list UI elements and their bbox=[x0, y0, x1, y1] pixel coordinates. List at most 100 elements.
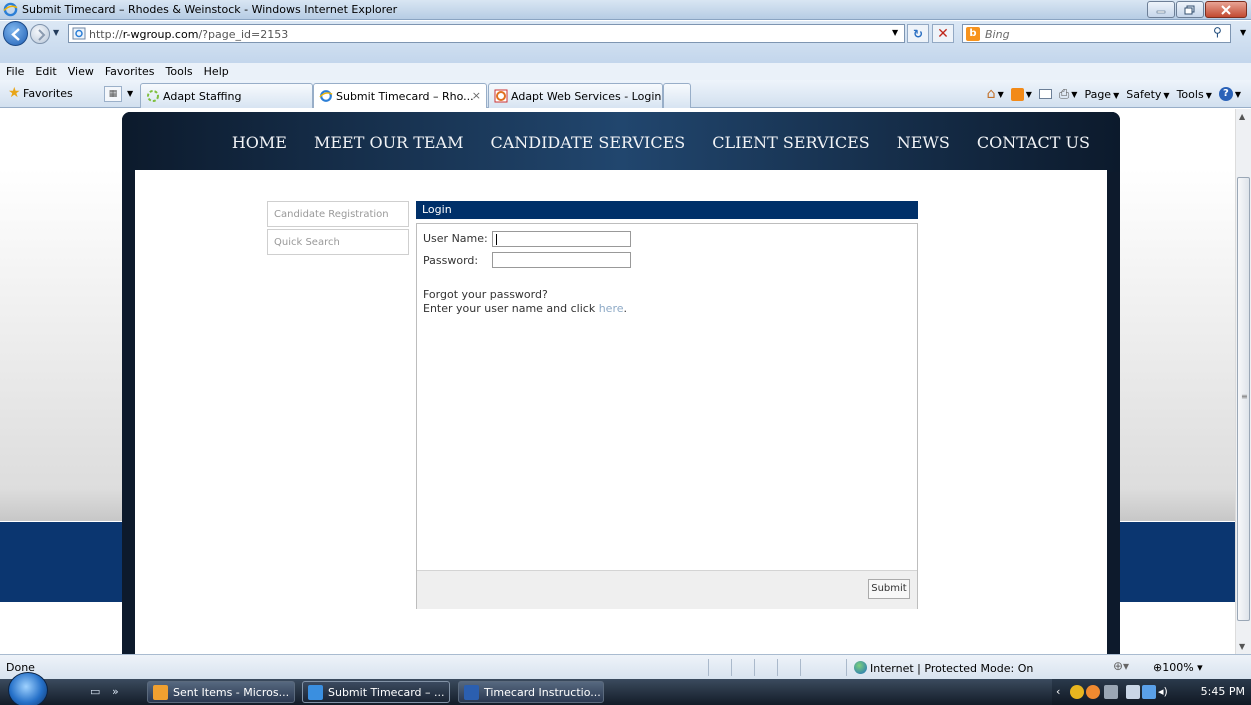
nav-client-services[interactable]: CLIENT SERVICES bbox=[712, 133, 870, 152]
username-input[interactable] bbox=[492, 231, 631, 247]
address-input[interactable]: http://r-wgroup.com/?page_id=2153 bbox=[68, 24, 905, 43]
scroll-up-arrow-icon[interactable]: ▲ bbox=[1239, 112, 1245, 121]
menu-view[interactable]: View bbox=[62, 63, 99, 80]
menu-file[interactable]: File bbox=[0, 63, 29, 80]
status-divider bbox=[731, 659, 732, 676]
security-zone[interactable]: Internet | Protected Mode: On bbox=[854, 661, 1033, 675]
forward-button[interactable] bbox=[30, 24, 50, 44]
page-icon bbox=[72, 27, 86, 40]
device-icon[interactable] bbox=[1126, 685, 1140, 699]
password-label: Password: bbox=[423, 254, 479, 267]
protected-mode-icon[interactable]: ⊕▾ bbox=[1113, 659, 1129, 673]
tab-submit-timecard[interactable]: Submit Timecard – Rho... × bbox=[313, 83, 487, 108]
ie-icon bbox=[308, 685, 323, 700]
page-menu[interactable]: Page ▼ bbox=[1084, 88, 1119, 101]
address-dropdown-icon[interactable]: ▼ bbox=[892, 28, 898, 37]
network-icon[interactable] bbox=[1142, 685, 1156, 699]
task-timecard-instructions[interactable]: Timecard Instructio... bbox=[458, 681, 604, 703]
outlook-tray-icon[interactable] bbox=[1086, 685, 1100, 699]
nav-contact-us[interactable]: CONTACT US bbox=[977, 133, 1090, 152]
rss-feeds-icon[interactable] bbox=[1010, 87, 1024, 101]
print-dropdown-icon[interactable]: ▼ bbox=[1071, 90, 1077, 99]
clock[interactable]: 5:45 PM bbox=[1201, 685, 1245, 698]
tab-label: Adapt Staffing bbox=[163, 90, 242, 103]
ie-logo-icon bbox=[3, 2, 18, 17]
password-input[interactable] bbox=[492, 252, 631, 268]
nav-meet-our-team[interactable]: MEET OUR TEAM bbox=[314, 133, 464, 152]
help-dropdown-icon[interactable]: ▼ bbox=[1235, 90, 1241, 99]
task-submit-timecard[interactable]: Submit Timecard – ... bbox=[302, 681, 450, 703]
safety-menu[interactable]: Safety ▼ bbox=[1126, 88, 1169, 101]
quick-search-button[interactable]: Quick Search bbox=[267, 229, 409, 255]
forgot-password-link[interactable]: here bbox=[599, 302, 624, 315]
scrollbar-thumb[interactable]: ≡ bbox=[1237, 177, 1250, 621]
adapt-logo-icon bbox=[494, 89, 508, 103]
show-desktop-icon[interactable]: ▭ bbox=[90, 685, 100, 698]
minimize-button[interactable] bbox=[1147, 1, 1175, 18]
vertical-scrollbar[interactable]: ▲ ≡ ▼ bbox=[1235, 109, 1251, 654]
refresh-icon: ↻ bbox=[912, 26, 924, 41]
tab-adapt-staffing[interactable]: Adapt Staffing bbox=[140, 83, 313, 108]
nav-candidate-services[interactable]: CANDIDATE SERVICES bbox=[490, 133, 685, 152]
nav-home[interactable]: HOME bbox=[232, 133, 287, 152]
tab-label: Submit Timecard – Rho... bbox=[336, 90, 474, 103]
feeds-dropdown-icon[interactable]: ▼ bbox=[1026, 90, 1032, 99]
quick-tabs-icon[interactable]: ▦ bbox=[104, 86, 122, 102]
task-sent-items[interactable]: Sent Items - Micros... bbox=[147, 681, 295, 703]
status-divider bbox=[846, 659, 847, 676]
candidate-registration-button[interactable]: Candidate Registration bbox=[267, 201, 409, 227]
help-icon[interactable]: ? bbox=[1218, 87, 1233, 101]
messenger-icon[interactable] bbox=[1070, 685, 1084, 699]
menu-help[interactable]: Help bbox=[198, 63, 234, 80]
new-tab-button[interactable] bbox=[663, 83, 691, 108]
menu-edit[interactable]: Edit bbox=[29, 63, 61, 80]
minimize-icon bbox=[1156, 10, 1166, 13]
loading-icon bbox=[147, 90, 159, 102]
tab-list-dropdown-icon[interactable]: ▼ bbox=[127, 89, 133, 98]
login-panel: User Name: Password: Forgot your passwor… bbox=[416, 223, 918, 609]
volume-icon[interactable]: ◂) bbox=[1158, 685, 1168, 698]
word-icon bbox=[464, 685, 479, 700]
tray-tool-icon[interactable] bbox=[1104, 685, 1118, 699]
print-icon[interactable]: ⎙ bbox=[1059, 87, 1069, 102]
favorites-button[interactable]: Favorites bbox=[23, 87, 73, 100]
home-icon[interactable]: ⌂ bbox=[987, 86, 996, 102]
search-icon[interactable]: ⚲ bbox=[1213, 25, 1222, 39]
menu-tools[interactable]: Tools bbox=[160, 63, 198, 80]
command-bar: ⌂ ▼ ▼ ⎙ ▼ Page ▼ Safety ▼ Tools ▼ ? ▼ bbox=[980, 86, 1241, 102]
scroll-down-arrow-icon[interactable]: ▼ bbox=[1239, 642, 1245, 651]
tools-menu[interactable]: Tools ▼ bbox=[1177, 88, 1212, 101]
ie-page-icon bbox=[319, 90, 333, 102]
grip-icon: ≡ bbox=[1241, 392, 1248, 401]
login-header: Login bbox=[416, 201, 918, 219]
back-button[interactable] bbox=[3, 21, 28, 46]
address-url: http://r-wgroup.com/?page_id=2153 bbox=[89, 28, 289, 41]
read-mail-icon[interactable] bbox=[1038, 89, 1052, 99]
text-caret bbox=[496, 234, 497, 245]
search-input[interactable]: b Bing bbox=[962, 24, 1231, 43]
menu-favorites[interactable]: Favorites bbox=[99, 63, 160, 80]
restore-button[interactable] bbox=[1176, 1, 1204, 18]
nav-news[interactable]: NEWS bbox=[897, 133, 950, 152]
forgot-line-1: Forgot your password? bbox=[423, 288, 548, 301]
close-window-button[interactable] bbox=[1205, 1, 1247, 18]
site-nav: HOME MEET OUR TEAM CANDIDATE SERVICES CL… bbox=[122, 112, 1120, 172]
forward-arrow-icon bbox=[38, 29, 46, 41]
status-divider bbox=[800, 659, 801, 676]
search-options-dropdown-icon[interactable]: ▼ bbox=[1240, 28, 1246, 37]
window-title: Submit Timecard – Rhodes & Weinstock - W… bbox=[22, 3, 398, 16]
username-label: User Name: bbox=[423, 232, 488, 245]
stop-button[interactable]: ✕ bbox=[932, 24, 954, 43]
taskbar: ▭ » Sent Items - Micros... Submit Timeca… bbox=[0, 672, 1251, 705]
submit-button[interactable]: Submit bbox=[868, 579, 910, 599]
start-button[interactable] bbox=[8, 672, 48, 705]
zoom-level[interactable]: ⊕100% ▾ bbox=[1153, 661, 1203, 674]
recent-pages-dropdown-icon[interactable]: ▼ bbox=[53, 28, 59, 37]
tab-adapt-web-services[interactable]: Adapt Web Services - Login bbox=[488, 83, 663, 108]
favorites-star-icon: ★ bbox=[8, 85, 21, 101]
tab-close-icon[interactable]: × bbox=[472, 89, 481, 102]
quick-launch-more-icon[interactable]: » bbox=[112, 685, 119, 698]
refresh-button[interactable]: ↻ bbox=[907, 24, 929, 43]
home-dropdown-icon[interactable]: ▼ bbox=[998, 90, 1004, 99]
show-hidden-icons-icon[interactable]: ‹ bbox=[1056, 685, 1060, 698]
